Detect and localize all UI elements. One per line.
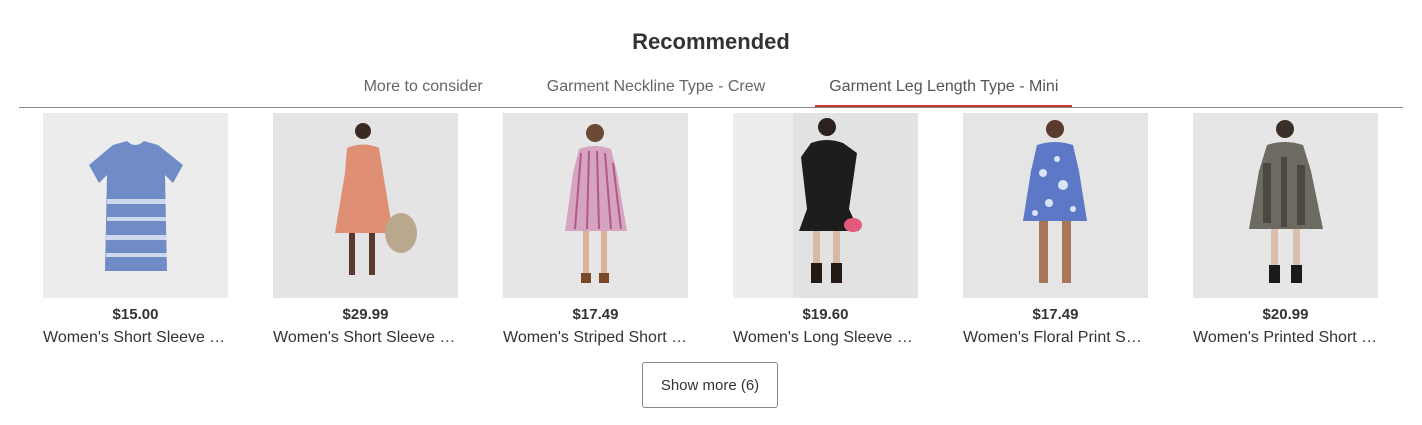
show-more-button[interactable]: Show more (6) (642, 362, 778, 408)
tab-garment-leg-length-mini[interactable]: Garment Leg Length Type - Mini (815, 76, 1073, 108)
product-price: $15.00 (112, 306, 159, 323)
product-name[interactable]: Women's Printed Short Sleeve Dress (1193, 328, 1378, 348)
product-name[interactable]: Women's Long Sleeve Ruffle Dress (733, 328, 918, 348)
product-card[interactable]: $19.60 Women's Long Sleeve Ruffle Dress (733, 113, 918, 348)
product-card[interactable]: $17.49 Women's Striped Short Sleeve Dres… (503, 113, 688, 348)
product-card[interactable]: $17.49 Women's Floral Print Short Sleeve… (963, 113, 1148, 348)
product-price: $29.99 (342, 306, 389, 323)
section-title: Recommended (632, 29, 790, 54)
tab-divider (19, 107, 1403, 108)
product-card[interactable]: $29.99 Women's Short Sleeve Babydoll Dre… (273, 113, 458, 348)
product-image[interactable] (1193, 113, 1378, 298)
product-image[interactable] (963, 113, 1148, 298)
tab-garment-neckline-crew[interactable]: Garment Neckline Type - Crew (533, 76, 779, 106)
product-price: $17.49 (1032, 306, 1079, 323)
product-carousel: $15.00 Women's Short Sleeve T-Shirt Dres… (43, 113, 1383, 348)
product-name[interactable]: Women's Short Sleeve T-Shirt Dress (43, 328, 228, 348)
product-image[interactable] (503, 113, 688, 298)
tab-bar: More to consider Garment Neckline Type -… (0, 76, 1422, 108)
product-price: $19.60 (802, 306, 849, 323)
product-price: $20.99 (1262, 306, 1309, 323)
product-name[interactable]: Women's Short Sleeve Babydoll Dress (273, 328, 458, 348)
product-image[interactable] (273, 113, 458, 298)
product-name[interactable]: Women's Striped Short Sleeve Dress (503, 328, 688, 348)
product-card[interactable]: $15.00 Women's Short Sleeve T-Shirt Dres… (43, 113, 228, 348)
product-card[interactable]: $20.99 Women's Printed Short Sleeve Dres… (1193, 113, 1378, 348)
tab-more-to-consider[interactable]: More to consider (350, 76, 497, 106)
product-price: $17.49 (572, 306, 619, 323)
product-image[interactable] (733, 113, 918, 298)
product-image[interactable] (43, 113, 228, 298)
product-name[interactable]: Women's Floral Print Short Sleeve Dress (963, 328, 1148, 348)
